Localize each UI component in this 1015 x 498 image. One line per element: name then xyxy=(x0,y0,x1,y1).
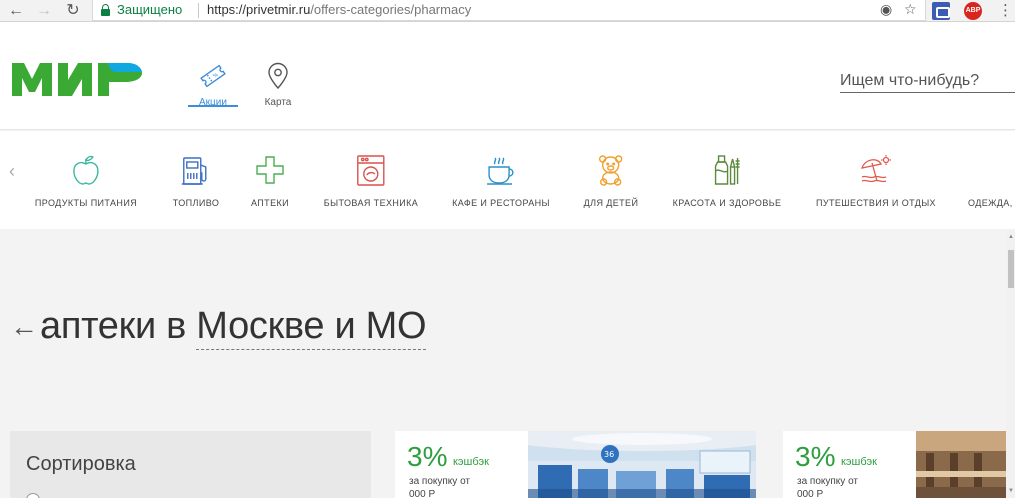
browser-toolbar: ← → ↻ Защищено https://privetmir.ru/offe… xyxy=(0,0,1015,22)
teddy-bear-icon xyxy=(599,155,623,186)
bookmark-star-icon[interactable]: ☆ xyxy=(904,1,917,18)
condition-line: 000 Р xyxy=(409,489,436,498)
category-appliances[interactable]: БЫТОВАЯ ТЕХНИКА xyxy=(324,153,418,223)
offer-card[interactable]: 3% кэшбэк за покупку от 000 Р 36 xyxy=(395,431,756,498)
cosmetics-icon xyxy=(715,155,740,185)
page-title: аптеки в Москве и МО xyxy=(40,305,427,350)
ticket-icon: % xyxy=(200,64,226,88)
svg-text:36: 36 xyxy=(604,450,614,459)
category-groceries[interactable]: ПРОДУКТЫ ПИТАНИЯ xyxy=(35,153,137,223)
category-label: АПТЕКИ xyxy=(251,198,289,208)
active-tab-indicator xyxy=(188,105,238,107)
cashback-condition: за покупку от 000 Р xyxy=(409,475,470,498)
cashback-label: кэшбэк xyxy=(453,456,489,468)
region-selector[interactable]: Москве и МО xyxy=(196,305,427,350)
adblock-plus-icon[interactable]: ABP xyxy=(964,2,982,20)
reload-icon[interactable]: ↻ xyxy=(63,1,83,21)
sort-panel: Сортировка xyxy=(10,431,371,498)
url-host: https://privetmir.ru xyxy=(207,2,311,17)
category-label: КАФЕ И РЕСТОРАНЫ xyxy=(452,198,550,208)
url-path: /offers-categories/pharmacy xyxy=(310,2,472,17)
category-label: БЫТОВАЯ ТЕХНИКА xyxy=(323,198,419,208)
map-pin-icon xyxy=(268,62,288,90)
cashback-condition: за покупку от 000 Р xyxy=(797,475,858,498)
scroll-up-arrow-icon[interactable]: ▲ xyxy=(1008,234,1014,240)
condition-line: за покупку от xyxy=(797,476,858,487)
category-label: ПРОДУКТЫ ПИТАНИЯ xyxy=(34,198,138,208)
sort-radio[interactable] xyxy=(26,493,40,498)
url-text[interactable]: https://privetmir.ru/offers-categories/p… xyxy=(207,2,471,17)
scroll-down-arrow-icon[interactable]: ▼ xyxy=(1008,488,1014,494)
browser-menu-icon[interactable]: ⋮ xyxy=(998,1,1013,19)
site-header: % Акции Карта xyxy=(0,22,1015,130)
clothes-icon xyxy=(998,153,1013,187)
category-label: ПУТЕШЕСТВИЯ И ОТДЫХ xyxy=(816,198,936,208)
tab-map-label: Карта xyxy=(264,97,292,108)
blocked-popup-icon[interactable]: ◉ xyxy=(880,1,892,18)
category-pharmacy[interactable]: АПТЕКИ xyxy=(251,153,289,223)
categories-prev-arrow-icon[interactable]: ‹ xyxy=(9,161,15,182)
secure-label: Защищено xyxy=(117,2,183,17)
search-input[interactable] xyxy=(840,69,1015,93)
cashback-percent: 3% xyxy=(795,441,836,472)
extension-icon[interactable] xyxy=(932,2,950,20)
address-separator xyxy=(198,3,199,18)
category-beauty[interactable]: КРАСОТА И ЗДОРОВЬЕ xyxy=(673,153,782,223)
beach-umbrella-icon xyxy=(861,155,891,183)
category-kids[interactable]: ДЛЯ ДЕТЕЙ xyxy=(584,153,639,223)
lock-icon xyxy=(101,4,110,16)
scrollbar-thumb[interactable] xyxy=(1008,250,1014,288)
tab-offers[interactable]: % Акции xyxy=(188,62,238,108)
coffee-cup-icon xyxy=(487,157,514,185)
condition-line: 000 Р xyxy=(797,489,824,498)
category-cafe[interactable]: КАФЕ И РЕСТОРАНЫ xyxy=(452,153,550,223)
pharmacy-cross-icon xyxy=(256,156,284,184)
category-label: ДЛЯ ДЕТЕЙ xyxy=(583,198,639,208)
forward-arrow-icon[interactable]: → xyxy=(34,1,54,21)
fuel-pump-icon xyxy=(181,157,207,185)
page-title-prefix: аптеки в xyxy=(40,305,187,347)
cashback-percent: 3% xyxy=(407,441,448,472)
sort-title: Сортировка xyxy=(26,453,136,475)
condition-line: за покупку от xyxy=(409,476,470,487)
category-fuel[interactable]: ТОПЛИВО xyxy=(173,153,219,223)
back-arrow-icon[interactable]: ← xyxy=(10,312,38,342)
apple-icon xyxy=(73,155,99,185)
offer-card[interactable]: 3% кэшбэк за покупку от 000 Р xyxy=(783,431,1006,498)
mir-logo-icon xyxy=(12,63,142,96)
categories-bar: ‹ ПРОДУКТЫ ПИТАНИЯ ТОПЛИВО АПТЕКИ БЫТОВА… xyxy=(0,131,1015,229)
tab-map[interactable]: Карта xyxy=(253,62,303,108)
mall-interior-photo xyxy=(916,431,1006,498)
address-bar[interactable]: Защищено https://privetmir.ru/offers-cat… xyxy=(92,0,926,21)
category-label: КРАСОТА И ЗДОРОВЬЕ xyxy=(672,198,782,208)
category-clothes[interactable]: ОДЕЖДА, xyxy=(968,153,1013,223)
washing-machine-icon xyxy=(357,155,385,186)
pharmacy-store-photo: 36 xyxy=(528,431,756,498)
category-label: ОДЕЖДА, xyxy=(968,198,1013,208)
cashback-label: кэшбэк xyxy=(841,456,877,468)
category-label: ТОПЛИВО xyxy=(172,198,220,208)
category-travel[interactable]: ПУТЕШЕСТВИЯ И ОТДЫХ xyxy=(816,153,936,223)
back-arrow-icon[interactable]: ← xyxy=(6,1,26,21)
mir-logo[interactable] xyxy=(12,60,142,101)
